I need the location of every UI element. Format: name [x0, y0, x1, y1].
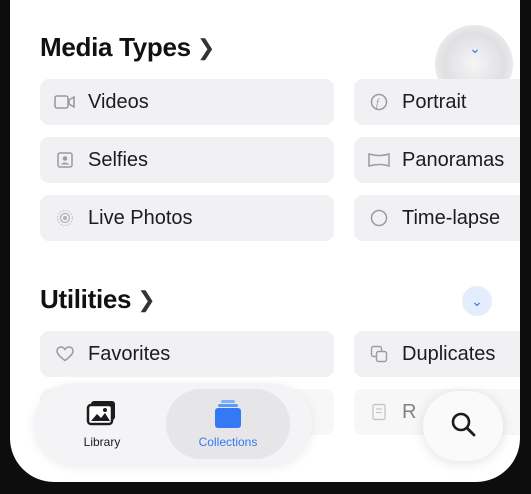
- chevron-right-icon: ❯: [137, 286, 156, 312]
- tile-duplicates[interactable]: Duplicates: [354, 331, 520, 377]
- tile-timelapse[interactable]: Time-lapse: [354, 195, 520, 241]
- media-types-title: Media Types: [40, 32, 191, 62]
- tile-label: Portrait: [402, 90, 467, 113]
- tile-panoramas[interactable]: Panoramas: [354, 137, 520, 183]
- search-button[interactable]: [423, 391, 503, 461]
- portrait-icon: f: [368, 91, 390, 113]
- photos-screen: Media Types ❯ ⌄ Videos f Portrait Selfie…: [10, 0, 520, 482]
- chevron-down-icon: ⌄: [471, 292, 483, 309]
- tile-label: Duplicates: [402, 342, 496, 365]
- search-icon: [450, 411, 476, 442]
- tile-live-photos[interactable]: Live Photos: [40, 195, 334, 241]
- svg-text:f: f: [376, 98, 380, 109]
- receipt-icon: [368, 401, 390, 423]
- tile-selfies[interactable]: Selfies: [40, 137, 334, 183]
- tile-portrait[interactable]: f Portrait: [354, 79, 520, 125]
- collapse-utilities-button[interactable]: ⌄: [462, 286, 492, 316]
- timelapse-icon: [368, 207, 390, 229]
- tab-collections[interactable]: Collections: [166, 389, 290, 459]
- tile-videos[interactable]: Videos: [40, 79, 334, 125]
- tile-label: Panoramas: [402, 148, 505, 171]
- tile-label: Favorites: [88, 342, 171, 365]
- tile-label: Live Photos: [88, 206, 193, 229]
- duplicates-icon: [368, 343, 390, 365]
- tile-label: Videos: [88, 90, 149, 113]
- selfie-icon: [54, 149, 76, 171]
- chevron-right-icon: ❯: [196, 34, 215, 60]
- tab-collections-label: Collections: [198, 435, 258, 449]
- tile-label: Time-lapse: [402, 206, 501, 229]
- tab-library-label: Library: [83, 434, 121, 449]
- tile-label: R: [402, 400, 417, 423]
- collections-icon: [212, 399, 244, 432]
- chevron-down-icon: ⌄: [469, 39, 481, 56]
- photo-library-icon: [86, 400, 118, 431]
- live-photo-icon: [54, 207, 76, 229]
- panorama-icon: [368, 149, 390, 171]
- tab-bar: Library Collections: [34, 383, 312, 465]
- tab-library[interactable]: Library: [52, 389, 152, 459]
- media-types-header[interactable]: Media Types ❯: [40, 32, 215, 63]
- heart-icon: [54, 343, 76, 365]
- collapse-media-types-button[interactable]: ⌄: [460, 33, 490, 63]
- tile-favorites[interactable]: Favorites: [40, 331, 334, 377]
- utilities-header[interactable]: Utilities ❯: [40, 284, 156, 315]
- tile-label: Selfies: [88, 148, 149, 171]
- device-frame: Media Types ❯ ⌄ Videos f Portrait Selfie…: [0, 0, 531, 494]
- video-icon: [54, 91, 76, 113]
- utilities-title: Utilities: [40, 284, 132, 314]
